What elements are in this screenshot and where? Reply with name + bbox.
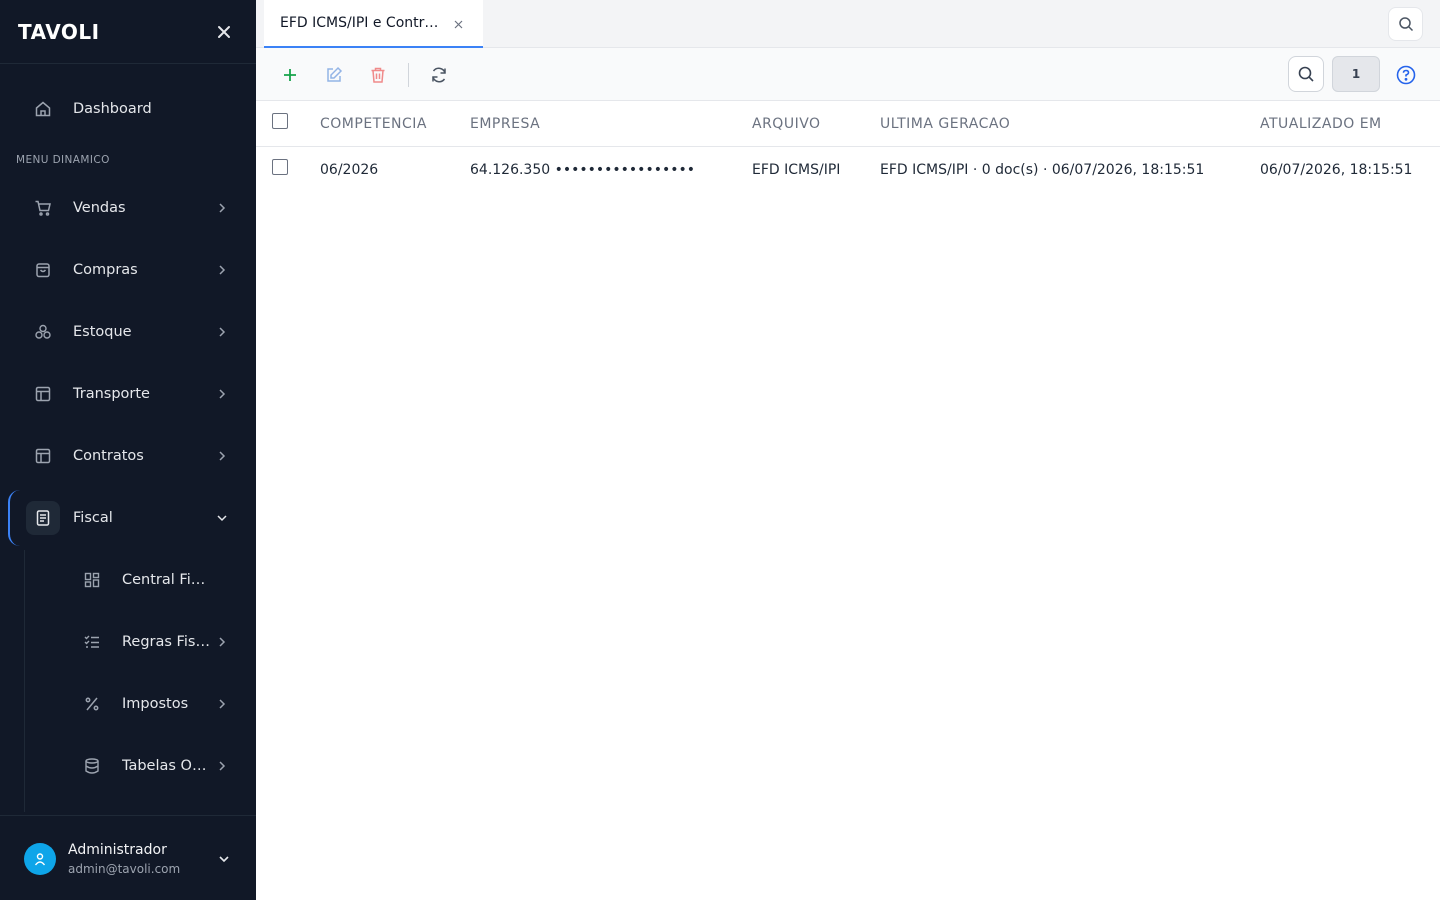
column-header-arquivo[interactable]: ARQUIVO bbox=[752, 101, 821, 147]
percent-icon bbox=[75, 687, 109, 721]
tab-label: EFD ICMS/IPI e Contribuições bbox=[280, 15, 440, 31]
layout-icon bbox=[26, 439, 60, 473]
page-indicator[interactable]: 1 bbox=[1332, 56, 1380, 92]
table-header: COMPETENCIA EMPRESA ARQUIVO ULTIMA GERAC… bbox=[256, 101, 1440, 147]
plus-icon bbox=[282, 67, 298, 83]
sidebar-item-label: Vendas bbox=[73, 200, 126, 216]
user-name: Administrador bbox=[68, 842, 167, 858]
help-button[interactable] bbox=[1394, 63, 1418, 87]
cell-competencia: 06/2026 bbox=[320, 162, 379, 178]
sidebar-header: TAVOLI bbox=[0, 0, 256, 64]
bag-icon bbox=[26, 253, 60, 287]
sidebar-item-vendas[interactable]: Vendas bbox=[0, 182, 256, 234]
chevron-down-icon[interactable] bbox=[216, 851, 232, 867]
column-header-atualizado-em[interactable]: ATUALIZADO EM bbox=[1260, 101, 1382, 147]
toolbar-separator bbox=[408, 63, 409, 87]
chevron-right-icon bbox=[215, 697, 229, 711]
cell-ultima-geracao: EFD ICMS/IPI · 0 doc(s) · 06/07/2026, 18… bbox=[880, 162, 1205, 178]
add-button[interactable] bbox=[277, 62, 303, 88]
cell-atualizado-em: 06/07/2026, 18:15:51 bbox=[1260, 162, 1413, 178]
sidebar-item-label: Compras bbox=[73, 262, 138, 278]
document-icon bbox=[26, 501, 60, 535]
column-header-ultima-geracao[interactable]: ULTIMA GERACAO bbox=[880, 101, 1010, 147]
search-icon bbox=[1398, 16, 1414, 32]
cell-empresa: 64.126.350 ••••••••••••••••• bbox=[470, 162, 695, 178]
data-table: COMPETENCIA EMPRESA ARQUIVO ULTIMA GERAC… bbox=[256, 101, 1440, 193]
sidebar-item-compras[interactable]: Compras bbox=[0, 244, 256, 296]
sidebar-subitem-central-fiscal[interactable]: Central Fiscal bbox=[0, 554, 256, 606]
user-email: admin@tavoli.com bbox=[68, 862, 181, 876]
close-icon[interactable] bbox=[214, 22, 234, 42]
column-header-competencia[interactable]: COMPETENCIA bbox=[320, 101, 427, 147]
boxes-icon bbox=[26, 315, 60, 349]
sidebar-subitem-tabelas-oficiais[interactable]: Tabelas Oficiais bbox=[0, 740, 256, 792]
chevron-right-icon bbox=[215, 201, 229, 215]
sidebar-item-label: Estoque bbox=[73, 324, 132, 340]
refresh-icon bbox=[430, 66, 448, 84]
chevron-right-icon bbox=[215, 325, 229, 339]
toolbar: 1 bbox=[256, 48, 1440, 101]
chevron-right-icon bbox=[215, 263, 229, 277]
avatar bbox=[24, 843, 56, 875]
chevron-right-icon bbox=[215, 387, 229, 401]
cell-arquivo: EFD ICMS/IPI bbox=[752, 162, 841, 178]
sidebar-item-label: Tabelas Oficiais bbox=[122, 758, 210, 774]
sidebar: TAVOLI Dashboard MENU DINAMICO Vendas Co… bbox=[0, 0, 256, 900]
database-icon bbox=[75, 749, 109, 783]
sidebar-item-dashboard[interactable]: Dashboard bbox=[0, 83, 256, 135]
global-search-button[interactable] bbox=[1388, 7, 1423, 41]
edit-button[interactable] bbox=[321, 62, 347, 88]
delete-button[interactable] bbox=[365, 62, 391, 88]
sidebar-item-label: Impostos bbox=[122, 696, 189, 712]
logo: TAVOLI bbox=[18, 19, 100, 44]
sidebar-section-title: MENU DINAMICO bbox=[16, 154, 110, 166]
sidebar-item-label: Regras Fiscais bbox=[122, 634, 210, 650]
layout-icon bbox=[26, 377, 60, 411]
row-checkbox[interactable] bbox=[272, 159, 288, 175]
sidebar-item-label: Dashboard bbox=[73, 101, 152, 117]
table-row[interactable]: 06/2026 64.126.350 ••••••••••••••••• EFD… bbox=[256, 147, 1440, 193]
sidebar-item-label: Fiscal bbox=[73, 510, 113, 526]
grid-icon bbox=[75, 563, 109, 597]
sidebar-item-estoque[interactable]: Estoque bbox=[0, 306, 256, 358]
sidebar-item-label: Contratos bbox=[73, 448, 144, 464]
search-button[interactable] bbox=[1288, 56, 1324, 92]
chevron-right-icon bbox=[215, 635, 229, 649]
chevron-down-icon bbox=[215, 511, 229, 525]
tab-bar: EFD ICMS/IPI e Contribuições bbox=[256, 0, 1440, 48]
sidebar-item-fiscal[interactable]: Fiscal bbox=[0, 492, 256, 544]
sidebar-subitem-regras-fiscais[interactable]: Regras Fiscais bbox=[0, 616, 256, 668]
help-icon bbox=[1396, 65, 1416, 85]
home-icon bbox=[26, 92, 60, 126]
search-icon bbox=[1297, 65, 1315, 83]
sidebar-item-contratos[interactable]: Contratos bbox=[0, 430, 256, 482]
checklist-icon bbox=[75, 625, 109, 659]
close-icon[interactable] bbox=[451, 17, 465, 31]
sidebar-item-label: Central Fiscal bbox=[122, 572, 210, 588]
edit-icon bbox=[325, 66, 343, 84]
chevron-right-icon bbox=[215, 449, 229, 463]
user-panel[interactable]: Administrador admin@tavoli.com bbox=[0, 815, 256, 900]
cart-icon bbox=[26, 191, 60, 225]
sidebar-item-label: Transporte bbox=[73, 386, 150, 402]
sidebar-item-transporte[interactable]: Transporte bbox=[0, 368, 256, 420]
column-header-empresa[interactable]: EMPRESA bbox=[470, 101, 540, 147]
tab-efd[interactable]: EFD ICMS/IPI e Contribuições bbox=[264, 0, 483, 48]
trash-icon bbox=[369, 66, 387, 84]
chevron-right-icon bbox=[215, 759, 229, 773]
sidebar-subitem-impostos[interactable]: Impostos bbox=[0, 678, 256, 730]
refresh-button[interactable] bbox=[426, 62, 452, 88]
select-all-checkbox[interactable] bbox=[272, 113, 288, 129]
